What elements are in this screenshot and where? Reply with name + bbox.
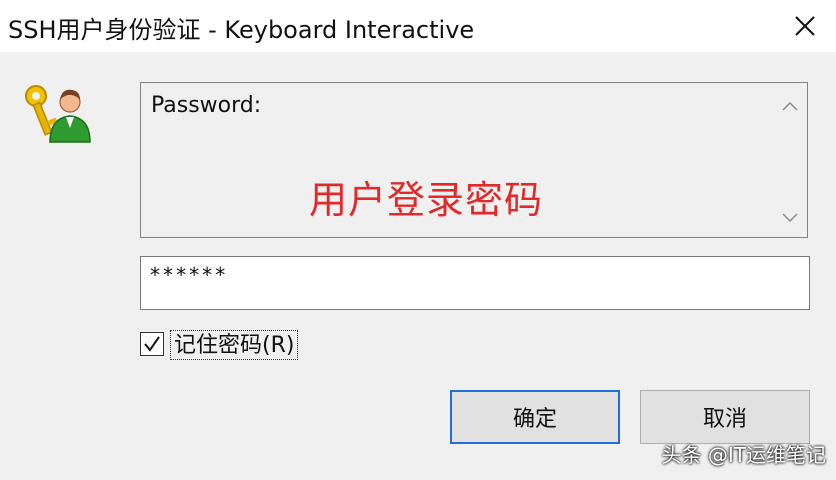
prompt-label: Password:: [151, 93, 262, 118]
window-title: SSH用户身份验证 - Keyboard Interactive: [8, 16, 475, 44]
remember-label[interactable]: 记住密码(R): [170, 330, 299, 360]
scroll-up-button[interactable]: [773, 91, 807, 121]
watermark: 头条 @IT运维笔记: [661, 443, 826, 467]
ok-button[interactable]: 确定: [450, 390, 620, 444]
remember-checkbox[interactable]: [140, 332, 164, 356]
prompt-textbox: Password: 用户登录密码: [140, 82, 808, 238]
scroll-down-icon: [782, 213, 798, 223]
scroll-up-icon: [782, 101, 798, 111]
close-button[interactable]: [774, 0, 836, 52]
annotation-text: 用户登录密码: [309, 178, 544, 222]
key-user-icon: [22, 82, 92, 146]
title-bar: SSH用户身份验证 - Keyboard Interactive: [0, 0, 836, 52]
checkmark-icon: [144, 336, 160, 352]
close-icon: [795, 16, 815, 36]
password-input[interactable]: ******: [140, 256, 810, 310]
prompt-scrollbar[interactable]: [773, 83, 807, 237]
cancel-button[interactable]: 取消: [640, 390, 810, 444]
password-value: ******: [149, 263, 228, 287]
scroll-down-button[interactable]: [773, 203, 807, 233]
